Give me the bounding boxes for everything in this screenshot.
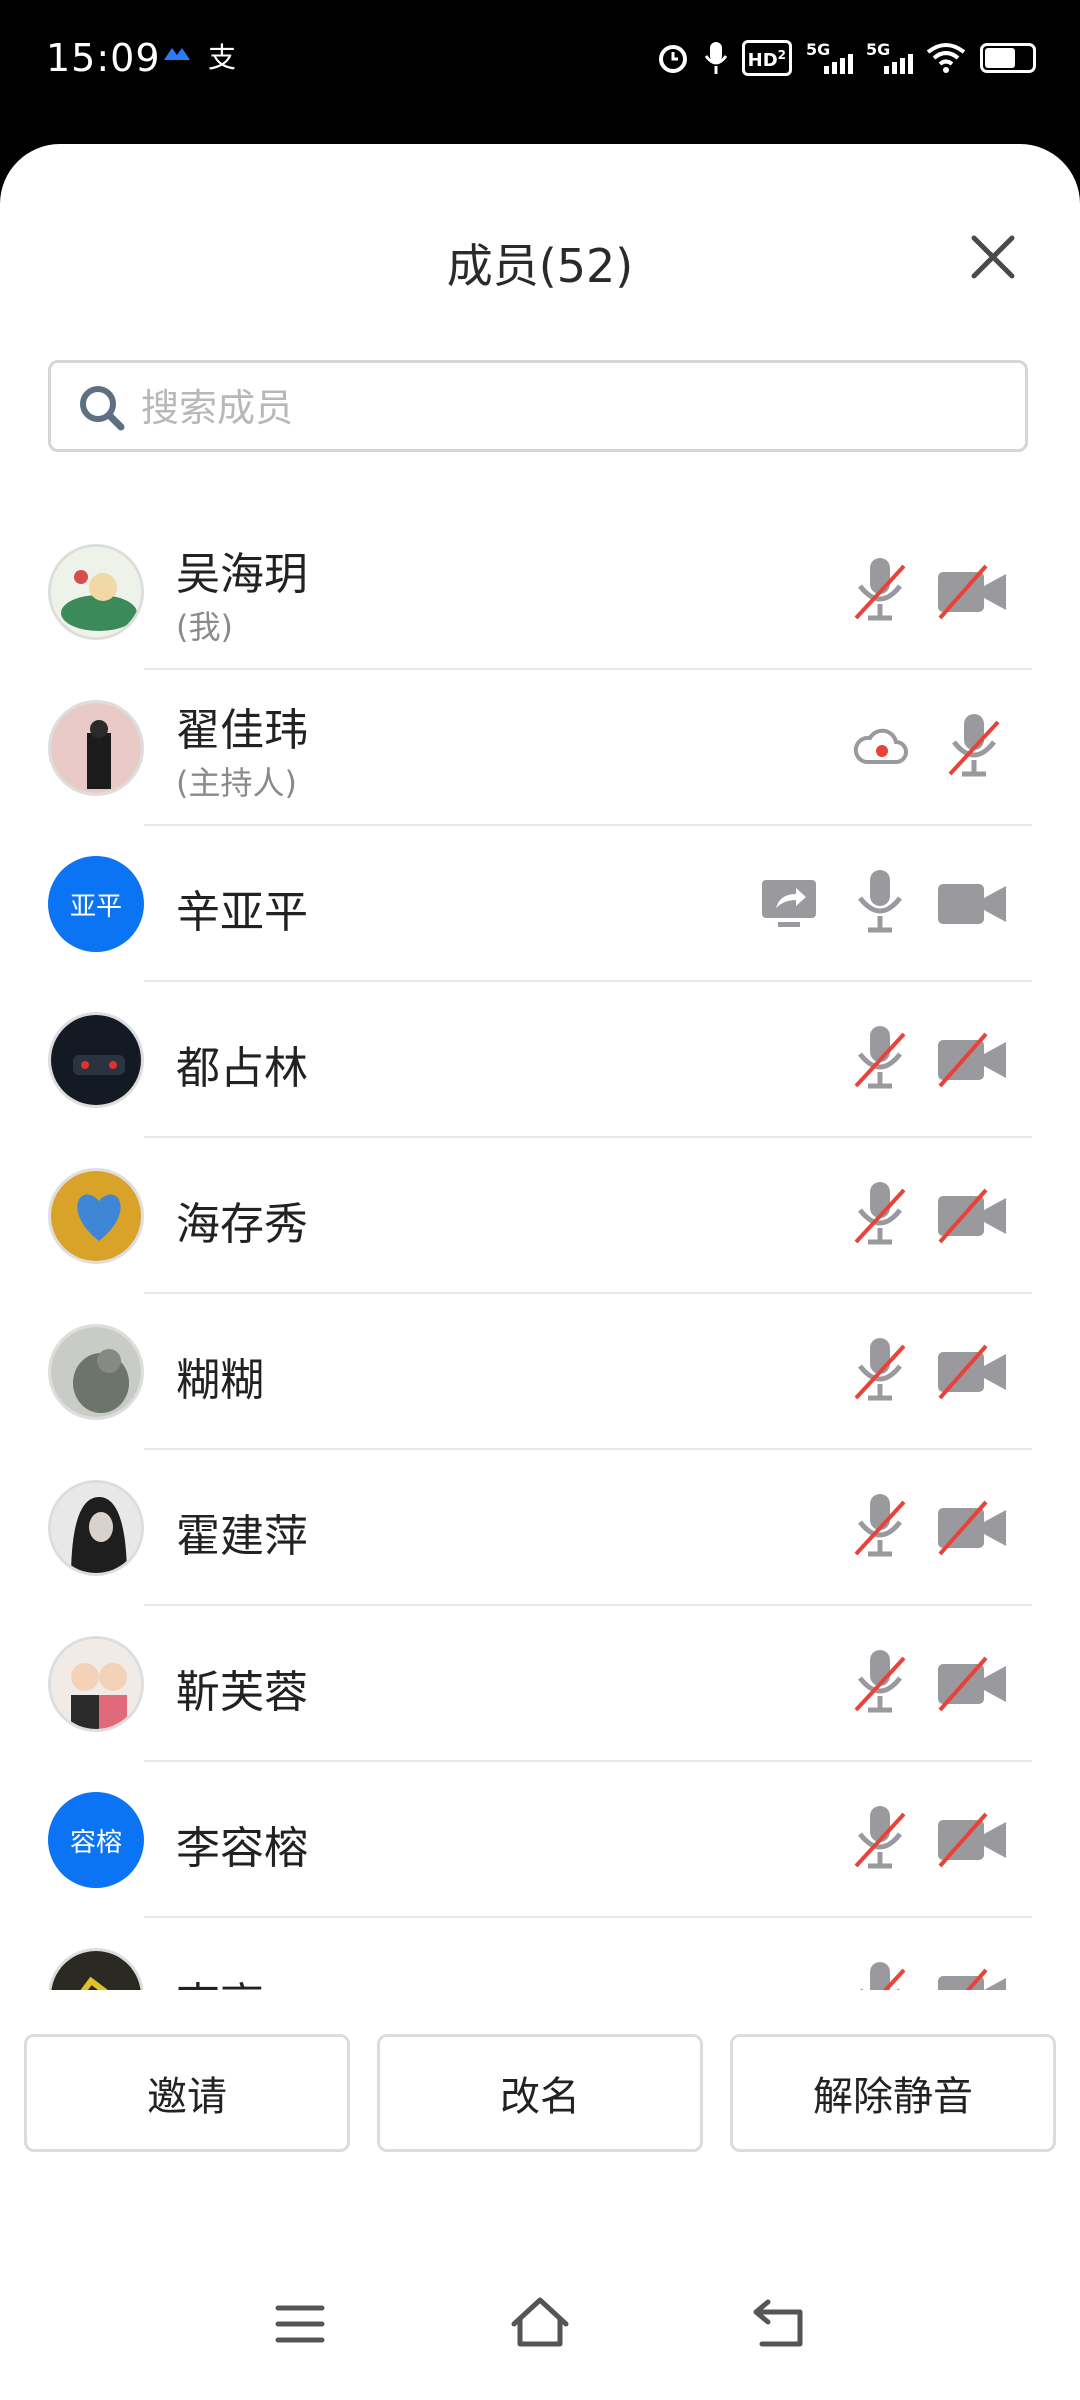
- mic-muted-icon[interactable]: [852, 1800, 908, 1880]
- system-nav-bar: [0, 2284, 1080, 2384]
- avatar: 容榕: [48, 1792, 144, 1888]
- list-item[interactable]: 海存秀: [0, 1138, 1080, 1294]
- alarm-icon: [658, 45, 687, 73]
- list-item[interactable]: 霍建萍: [0, 1450, 1080, 1606]
- mic-icon[interactable]: [852, 864, 908, 944]
- member-name: 辛亚平: [176, 887, 308, 938]
- alipay-icon: 支: [208, 41, 237, 74]
- meeting-app-icon: [164, 48, 190, 60]
- mic-muted-icon[interactable]: [852, 1488, 908, 1568]
- home-icon[interactable]: [500, 2284, 580, 2364]
- close-icon[interactable]: [966, 230, 1020, 284]
- member-list[interactable]: 吴海玥 (我) 翟佳玮 (主持人) 亚平 辛亚平 都占林 海存秀 糊糊 霍建萍 …: [0, 514, 1080, 1990]
- mic-muted-icon[interactable]: [852, 1956, 908, 1990]
- screen-share-icon: [762, 880, 816, 927]
- invite-button[interactable]: 邀请: [24, 2034, 350, 2152]
- menu-icon[interactable]: [260, 2284, 340, 2364]
- wifi-icon: [926, 43, 966, 73]
- member-name: 糊糊: [176, 1355, 264, 1406]
- camera-off-icon[interactable]: [936, 1810, 1012, 1870]
- hd-volte-icon: HD2: [741, 40, 792, 76]
- member-name: 霍建萍: [176, 1511, 308, 1562]
- mic-muted-icon[interactable]: [852, 1020, 908, 1100]
- member-name: 李容榕: [176, 1823, 308, 1874]
- member-name: 翟佳玮: [176, 705, 308, 756]
- back-icon[interactable]: [740, 2284, 820, 2364]
- members-sheet: 成员(52) 吴海玥 (我): [0, 144, 1080, 2400]
- list-item[interactable]: 靳芙蓉: [0, 1606, 1080, 1762]
- unmute-button[interactable]: 解除静音: [730, 2034, 1056, 2152]
- camera-off-icon[interactable]: [936, 1186, 1012, 1246]
- list-item[interactable]: 翟佳玮 (主持人): [0, 670, 1080, 826]
- mic-icon: [704, 42, 727, 74]
- member-tag: (主持人): [176, 764, 297, 802]
- mic-muted-icon[interactable]: [852, 1176, 908, 1256]
- avatar: [48, 1480, 144, 1576]
- battery-icon: [980, 43, 1036, 73]
- mic-muted-icon[interactable]: [852, 1644, 908, 1724]
- list-item[interactable]: 都占林: [0, 982, 1080, 1138]
- 5g-signal-icon: 5G: [866, 40, 913, 76]
- camera-off-icon[interactable]: [936, 1342, 1012, 1402]
- mic-muted-icon[interactable]: [852, 552, 908, 632]
- list-item[interactable]: 糊糊: [0, 1294, 1080, 1450]
- camera-off-icon[interactable]: [936, 562, 1012, 622]
- member-name: 都占林: [176, 1043, 308, 1094]
- member-tag: (我): [176, 608, 233, 646]
- search-box[interactable]: [48, 360, 1028, 452]
- status-icons: HD2 5G 5G: [656, 38, 1036, 78]
- list-item[interactable]: 李高: [0, 1918, 1080, 1990]
- camera-off-icon[interactable]: [936, 1654, 1012, 1714]
- avatar: [48, 1168, 144, 1264]
- list-item[interactable]: 亚平 辛亚平: [0, 826, 1080, 982]
- mic-muted-icon[interactable]: [852, 1332, 908, 1412]
- camera-off-icon[interactable]: [936, 1966, 1012, 1990]
- member-name: 靳芙蓉: [176, 1667, 308, 1718]
- search-icon: [80, 386, 125, 431]
- camera-off-icon[interactable]: [936, 1498, 1012, 1558]
- mic-muted-icon[interactable]: [946, 708, 1002, 788]
- avatar: [48, 700, 144, 796]
- avatar: [48, 544, 144, 640]
- avatar: 亚平: [48, 856, 144, 952]
- 5g-signal-icon: 5G: [806, 40, 853, 76]
- member-name: 吴海玥: [176, 549, 308, 600]
- status-time: 15:09: [46, 36, 161, 80]
- list-item[interactable]: 吴海玥 (我): [0, 514, 1080, 670]
- member-name: 海存秀: [176, 1199, 308, 1250]
- rename-button[interactable]: 改名: [377, 2034, 703, 2152]
- cloud-recording-icon: [853, 728, 908, 764]
- list-item[interactable]: 容榕 李容榕: [0, 1762, 1080, 1918]
- action-bar: 邀请 改名 解除静音: [0, 2034, 1080, 2154]
- avatar: [48, 1012, 144, 1108]
- avatar: [48, 1324, 144, 1420]
- avatar: [48, 1948, 144, 1990]
- camera-off-icon[interactable]: [936, 1030, 1012, 1090]
- search-input[interactable]: [139, 377, 1003, 439]
- avatar: [48, 1636, 144, 1732]
- status-bar: 15:09 支 HD2 5G 5G: [0, 0, 1080, 130]
- camera-icon[interactable]: [936, 874, 1012, 934]
- page-title: 成员(52): [446, 239, 634, 293]
- member-name: 李高: [176, 1968, 264, 1990]
